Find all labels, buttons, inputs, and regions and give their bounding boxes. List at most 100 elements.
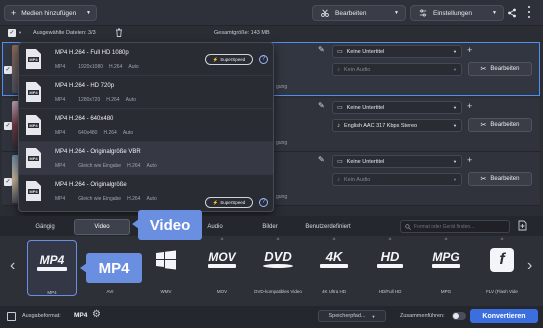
select-all-checkbox[interactable]: ✓	[8, 29, 16, 37]
format-flv[interactable]: ^ f FLV (Flash Vide	[477, 238, 527, 294]
superspeed-badge[interactable]: ⚡ SuperSpeed	[205, 54, 253, 65]
edit-label: Bearbeiten	[490, 66, 520, 72]
edit-label: Bearbeiten	[490, 176, 520, 182]
merge-label: Zusammenführen:	[400, 313, 445, 319]
scissors-icon: ✂	[480, 122, 487, 129]
superspeed-badge[interactable]: ⚡ SuperSpeed	[205, 197, 253, 208]
preset-item[interactable]: MP4 MP4 H.264 - Full HD 1080p MP4 1920x10…	[19, 43, 273, 76]
add-preset-icon[interactable]	[518, 220, 527, 231]
subtitle-value: Keine Untertitel	[346, 158, 385, 165]
help-icon[interactable]: ?	[259, 55, 268, 64]
settings-button[interactable]: Einstellungen ▼	[410, 5, 504, 21]
file-checkbox[interactable]: ✓	[4, 178, 12, 186]
format-label: MPG	[440, 289, 452, 294]
mp4-file-icon: MP4	[26, 148, 41, 168]
lightning-icon: ⚡	[212, 199, 219, 205]
pencil-icon[interactable]: ✎	[318, 155, 325, 164]
convert-button[interactable]: Konvertieren	[470, 309, 538, 323]
callout-pointer	[132, 219, 139, 229]
subtitle-value: Keine Untertitel	[346, 104, 385, 111]
mp4-file-icon: MP4	[26, 115, 41, 135]
audio-value: Kein Audio	[344, 176, 371, 183]
svg-text:MP4: MP4	[29, 57, 38, 62]
help-icon[interactable]: ?	[259, 198, 268, 207]
scroll-left-arrow[interactable]: ‹	[10, 258, 15, 274]
mp4-file-icon: MP4	[26, 181, 41, 201]
plus-icon[interactable]: +	[467, 45, 472, 55]
audio-icon: ♪	[337, 176, 340, 183]
edit-button[interactable]: ✂ Bearbeiten	[468, 172, 532, 186]
tab-custom[interactable]: Benutzerdefiniert	[296, 219, 360, 235]
lightning-icon: ⚡	[212, 56, 219, 62]
chevron-down-icon[interactable]: ▼	[18, 30, 22, 35]
preset-item[interactable]: MP4 MP4 H.264 - Originalgröße VBR MP4 Gle…	[19, 142, 273, 175]
toolbar-edit-label: Bearbeiten	[335, 9, 367, 17]
format-dvd[interactable]: ^ DVD DVD-kompatibles Video	[253, 238, 303, 294]
preset-item[interactable]: MP4 MP4 H.264 - Originalgröße MP4 Gleich …	[19, 175, 273, 208]
edit-button[interactable]: ✂ Bearbeiten	[468, 118, 532, 132]
pencil-icon[interactable]: ✎	[318, 45, 325, 54]
preset-title: MP4 H.264 - Originalgröße VBR	[55, 149, 141, 155]
mp4-file-icon: MP4	[26, 82, 41, 102]
chevron-down-icon: ▼	[86, 10, 91, 16]
audio-select[interactable]: ♪ Kein Audio ▼	[332, 173, 462, 186]
subtitle-select[interactable]: ▭ Keine Untertitel ▼	[332, 101, 462, 114]
preset-item[interactable]: MP4 MP4 H.264 - HD 720p MP4 1280x720 H.264…	[19, 76, 273, 109]
storage-path-field[interactable]: Speicherpfad... ▼	[318, 310, 386, 322]
format-4k[interactable]: ^ 4K 4K Ultra HD	[309, 238, 359, 294]
file-checkbox[interactable]: ✓	[4, 122, 12, 130]
chevron-down-icon: ▼	[492, 10, 497, 16]
preset-title: MP4 H.264 - Originalgröße	[55, 182, 127, 188]
format-mov[interactable]: ^ MOV MOV	[197, 238, 247, 294]
edit-button[interactable]: ✂ Bearbeiten	[468, 62, 532, 76]
subtitle-select[interactable]: ▭ Keine Untertitel ▼	[332, 45, 462, 58]
toolbar-edit-button[interactable]: Bearbeiten ▼	[312, 5, 406, 21]
add-media-button[interactable]: + Medien hinzufügen ▼	[4, 5, 97, 21]
menu-icon[interactable]	[526, 6, 532, 18]
preset-title: MP4 H.264 - Full HD 1080p	[55, 50, 129, 56]
gear-icon[interactable]: ⚙	[92, 310, 101, 320]
svg-text:MP4: MP4	[29, 123, 38, 128]
audio-icon: ♪	[337, 66, 340, 73]
edit-label: Bearbeiten	[490, 122, 520, 128]
tab-video[interactable]: Video	[74, 219, 130, 235]
plus-icon[interactable]: +	[467, 155, 472, 165]
format-hd[interactable]: ^ HD HD/Full HD	[365, 238, 415, 294]
audio-select[interactable]: ♪ Kein Audio ▼	[332, 63, 462, 76]
file-checkbox[interactable]: ✓	[4, 66, 12, 74]
format-label: FLV (Flash Vide	[486, 289, 518, 294]
format-wmv[interactable]: ^ WMV	[141, 238, 191, 294]
format-mpg[interactable]: ^ MPG MPG	[421, 238, 471, 294]
scroll-right-arrow[interactable]: ›	[527, 258, 532, 274]
subtitle-icon: ▭	[337, 105, 343, 111]
chevron-down-icon: ▼	[371, 313, 376, 319]
plus-icon[interactable]: +	[467, 101, 472, 111]
subtitle-select[interactable]: ▭ Keine Untertitel ▼	[332, 155, 462, 168]
output-format-label: Ausgabeformat:	[22, 313, 61, 319]
pencil-icon[interactable]: ✎	[318, 101, 325, 110]
trash-icon[interactable]	[115, 28, 123, 37]
tab-common[interactable]: Gängig	[22, 219, 68, 235]
audio-select[interactable]: ♪ English AAC 317 Kbps Stereo ▼	[332, 119, 462, 132]
format-label: MOV	[216, 289, 228, 294]
format-label: MP4	[47, 290, 57, 295]
format-label: HD/Full HD	[378, 289, 402, 294]
output-format-value[interactable]: MP4	[74, 312, 87, 319]
tab-images[interactable]: Bilder	[250, 219, 290, 235]
preset-title: MP4 H.264 - HD 720p	[55, 83, 115, 89]
preset-details: MP4 1280x720 H.264 Auto	[55, 97, 136, 103]
format-search-field[interactable]: Format oder Gerät finden...	[400, 220, 510, 233]
format-mp4[interactable]: MP4 MP4	[27, 240, 77, 296]
hd-logo-icon: HD	[368, 242, 412, 277]
scissors-icon: ✂	[480, 66, 487, 73]
merge-toggle[interactable]	[452, 312, 466, 320]
preset-details: MP4 Gleich wie Eingabe H.264 Auto	[55, 196, 157, 202]
selected-files-text: Ausgewählte Dateien: 3/3	[33, 30, 96, 36]
chevron-down-icon: ▼	[453, 123, 457, 128]
storage-path-label: Speicherpfad...	[328, 313, 366, 319]
preset-item[interactable]: MP4 MP4 H.264 - 640x480 MP4 640x480 H.264 A…	[19, 109, 273, 142]
share-icon[interactable]	[507, 8, 517, 18]
chevron-down-icon: ▼	[453, 49, 457, 54]
chevron-down-icon: ▼	[394, 10, 399, 16]
mov-logo-icon: MOV	[200, 242, 244, 277]
